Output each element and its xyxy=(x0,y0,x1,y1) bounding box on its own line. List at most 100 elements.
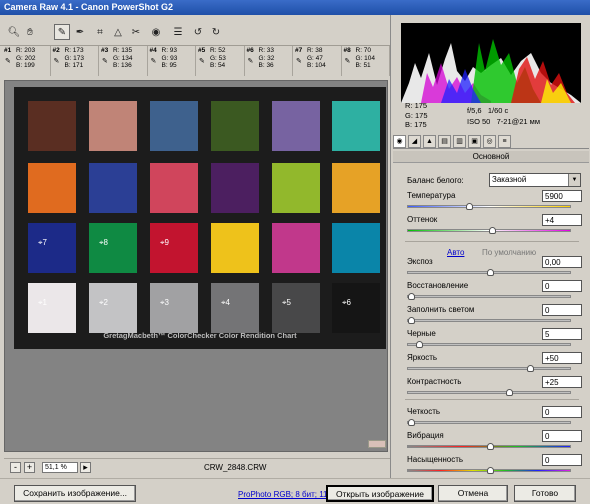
color-patch[interactable] xyxy=(150,283,198,333)
rotate-left-icon[interactable]: ↺ xyxy=(190,24,206,40)
zoom-level-field[interactable]: 51,1 % xyxy=(42,462,78,473)
tint-slider-handle[interactable] xyxy=(489,227,496,234)
sampler-pin-icon[interactable]: ✎ xyxy=(102,58,108,66)
color-patch[interactable] xyxy=(211,283,259,333)
sampler-pin-icon[interactable]: ✎ xyxy=(248,58,254,66)
tab-detail[interactable]: ▲ xyxy=(423,135,436,148)
zoom-menu-button[interactable]: ▸ xyxy=(80,462,91,473)
save-image-button[interactable]: Сохранить изображение... xyxy=(14,485,136,502)
color-patch[interactable] xyxy=(89,163,137,213)
blacks-slider[interactable] xyxy=(407,341,571,348)
sampler-pin-icon[interactable]: ✎ xyxy=(151,58,157,66)
color-sampler-tool-icon[interactable]: ✒ xyxy=(72,24,88,40)
color-patch[interactable] xyxy=(28,101,76,151)
temperature-slider[interactable] xyxy=(407,203,571,210)
vibrance-slider[interactable] xyxy=(407,443,571,450)
sampler-marker[interactable]: ⌖4 xyxy=(221,299,230,307)
zoom-tool-icon[interactable]: 🔍︎ xyxy=(6,24,22,40)
color-patch[interactable] xyxy=(211,223,259,273)
fill-light-slider-handle[interactable] xyxy=(408,317,415,324)
contrast-slider[interactable] xyxy=(407,389,571,396)
white-balance-select[interactable]: Заказной ▼ xyxy=(489,173,581,187)
color-patch[interactable] xyxy=(332,163,380,213)
sampler-pin-icon[interactable]: ✎ xyxy=(54,58,60,66)
sampler-marker[interactable]: ⌖9 xyxy=(160,239,169,247)
blacks-value-field[interactable]: 5 xyxy=(542,328,582,340)
exposure-slider[interactable] xyxy=(407,269,571,276)
sampler-pin-icon[interactable]: ✎ xyxy=(199,58,205,66)
sampler-marker[interactable]: ⌖5 xyxy=(282,299,291,307)
temperature-value-field[interactable]: 5900 xyxy=(542,190,582,202)
temperature-slider-handle[interactable] xyxy=(466,203,473,210)
done-button[interactable]: Готово xyxy=(514,485,576,502)
sampler-pin-icon[interactable]: ✎ xyxy=(5,58,11,66)
color-patch[interactable] xyxy=(272,283,320,333)
recovery-value-field[interactable]: 0 xyxy=(542,280,582,292)
tab-presets[interactable]: ≡ xyxy=(498,135,511,148)
crop-tool-icon[interactable]: ⌗ xyxy=(92,24,108,40)
color-patch[interactable] xyxy=(89,283,137,333)
sampler-marker[interactable]: ⌖1 xyxy=(38,299,47,307)
color-patch[interactable] xyxy=(211,163,259,213)
color-patch[interactable] xyxy=(150,101,198,151)
brightness-value-field[interactable]: +50 xyxy=(542,352,582,364)
tint-slider[interactable] xyxy=(407,227,571,234)
open-image-button[interactable]: Открыть изображение xyxy=(326,485,434,502)
sampler-pin-icon[interactable]: ✎ xyxy=(345,58,351,66)
sampler-marker[interactable]: ⌖3 xyxy=(160,299,169,307)
tint-value-field[interactable]: +4 xyxy=(542,214,582,226)
saturation-slider-handle[interactable] xyxy=(487,467,494,474)
default-link[interactable]: По умолчанию xyxy=(482,248,536,257)
color-patch[interactable] xyxy=(272,163,320,213)
retouch-tool-icon[interactable]: ✂ xyxy=(128,24,144,40)
fill-light-slider[interactable] xyxy=(407,317,571,324)
preferences-icon[interactable]: ☰ xyxy=(170,24,186,40)
contrast-slider-handle[interactable] xyxy=(506,389,513,396)
hand-tool-icon[interactable]: ✋︎ xyxy=(22,24,38,40)
exposure-value-field[interactable]: 0,00 xyxy=(542,256,582,268)
color-patch[interactable] xyxy=(211,101,259,151)
color-patch[interactable] xyxy=(332,283,380,333)
zoom-in-button[interactable]: + xyxy=(24,462,35,473)
saturation-value-field[interactable]: 0 xyxy=(542,454,582,466)
contrast-value-field[interactable]: +25 xyxy=(542,376,582,388)
red-eye-tool-icon[interactable]: ◉ xyxy=(148,24,164,40)
color-patch[interactable] xyxy=(150,163,198,213)
color-patch[interactable] xyxy=(28,163,76,213)
clarity-slider-handle[interactable] xyxy=(408,419,415,426)
color-patch[interactable] xyxy=(28,283,76,333)
clarity-value-field[interactable]: 0 xyxy=(542,406,582,418)
auto-link[interactable]: Авто xyxy=(447,248,464,257)
recovery-slider-handle[interactable] xyxy=(408,293,415,300)
exposure-slider-handle[interactable] xyxy=(487,269,494,276)
brightness-slider-handle[interactable] xyxy=(527,365,534,372)
vibrance-slider-handle[interactable] xyxy=(487,443,494,450)
tab-split-toning[interactable]: ▥ xyxy=(453,135,466,148)
saturation-slider[interactable] xyxy=(407,467,571,474)
vibrance-value-field[interactable]: 0 xyxy=(542,430,582,442)
fill-light-value-field[interactable]: 0 xyxy=(542,304,582,316)
white-balance-tool-icon[interactable]: ✎ xyxy=(54,24,70,40)
tab-tone-curve[interactable]: ◢ xyxy=(408,135,421,148)
blacks-slider-handle[interactable] xyxy=(416,341,423,348)
cancel-button[interactable]: Отмена xyxy=(438,485,508,502)
color-patch[interactable] xyxy=(89,101,137,151)
color-patch[interactable] xyxy=(89,223,137,273)
color-patch[interactable] xyxy=(272,223,320,273)
tab-basic[interactable]: ◉ xyxy=(393,135,406,148)
tab-camera-calibration[interactable]: ◎ xyxy=(483,135,496,148)
straighten-tool-icon[interactable]: △ xyxy=(110,24,126,40)
color-patch[interactable] xyxy=(272,101,320,151)
color-checker-chart[interactable]: GretagMacbeth™ ColorChecker Color Rendit… xyxy=(14,87,386,349)
tab-hsl[interactable]: ▤ xyxy=(438,135,451,148)
color-patch[interactable] xyxy=(332,101,380,151)
sampler-marker[interactable]: ⌖2 xyxy=(99,299,108,307)
sampler-pin-icon[interactable]: ✎ xyxy=(296,58,302,66)
color-patch[interactable] xyxy=(150,223,198,273)
zoom-out-button[interactable]: - xyxy=(10,462,21,473)
preview-scroll-handle[interactable] xyxy=(368,440,386,448)
brightness-slider[interactable] xyxy=(407,365,571,372)
sampler-marker[interactable]: ⌖8 xyxy=(99,239,108,247)
recovery-slider[interactable] xyxy=(407,293,571,300)
rotate-right-icon[interactable]: ↻ xyxy=(208,24,224,40)
